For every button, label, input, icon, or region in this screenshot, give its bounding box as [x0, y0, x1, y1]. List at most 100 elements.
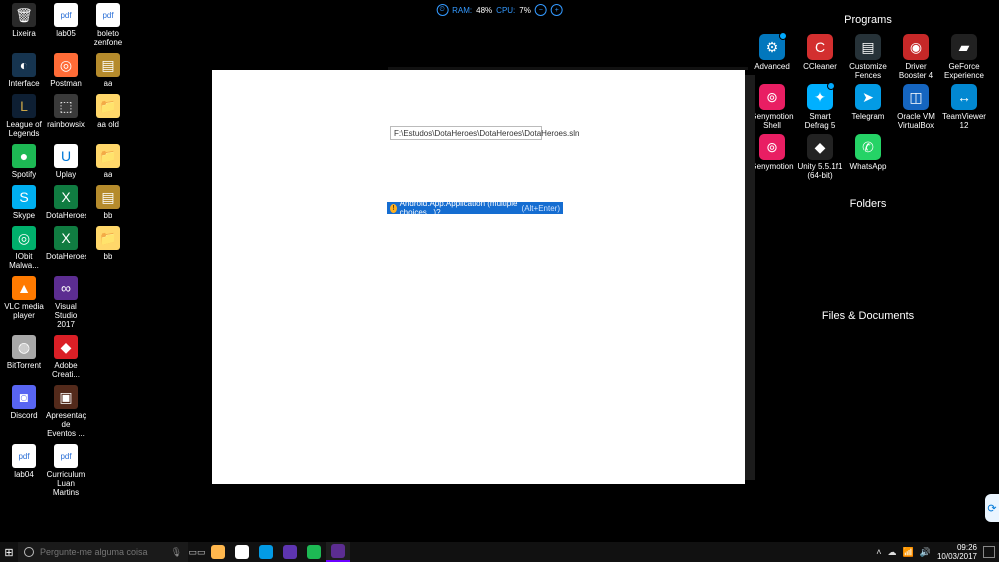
desktop-icon[interactable]: UUplay: [46, 144, 86, 179]
desktop-icon-label: bb: [104, 211, 113, 220]
desktop-icon[interactable]: ▤aa: [88, 53, 128, 88]
program-icon[interactable]: CCCleaner: [797, 34, 843, 80]
desktop-icon-glyph: ▤: [96, 185, 120, 209]
program-icon-label: Driver Booster 4: [893, 62, 939, 80]
intellisense-hint[interactable]: ! Android.App.Application (multiple choi…: [387, 202, 563, 214]
desktop-icon-label: IObit Malwa...: [4, 252, 44, 270]
desktop-icon[interactable]: ◎IObit Malwa...: [4, 226, 44, 270]
desktop-icon[interactable]: pdflab05: [46, 3, 86, 47]
task-view-button[interactable]: ▭▭: [188, 542, 206, 562]
desktop-icon-label: aa: [104, 170, 113, 179]
program-icon-glyph: ↔: [951, 84, 977, 110]
taskbar-app-visual-studio[interactable]: [326, 542, 350, 562]
cpu-label: CPU:: [496, 6, 515, 15]
sysmon-plus-icon[interactable]: +: [551, 4, 563, 16]
desktop-icon-glyph: ●: [12, 144, 36, 168]
desktop-icon-glyph: ◎: [54, 53, 78, 77]
taskbar-app-telegram[interactable]: [254, 542, 278, 562]
desktop-icon[interactable]: LLeague of Legends: [4, 94, 44, 138]
desktop-icon-glyph: L: [12, 94, 36, 118]
program-icon[interactable]: ⊚Genymotion Shell: [749, 84, 795, 130]
desktop-icon[interactable]: ⬚rainbowsix: [46, 94, 86, 138]
cortana-search[interactable]: 🎙: [18, 542, 188, 562]
taskbar-app-file-explorer[interactable]: [206, 542, 230, 562]
program-icon[interactable]: ⚙ Advanced: [749, 34, 795, 80]
desktop-icon[interactable]: SSkype: [4, 185, 44, 220]
program-icon-label: Unity 5.5.1f1 (64-bit): [797, 162, 843, 180]
desktop-icon-label: DotaHeroes: [46, 211, 86, 220]
desktop-icon-label: Discord: [10, 411, 37, 420]
action-center-icon[interactable]: [983, 546, 995, 558]
taskbar-app-icon: [331, 544, 345, 558]
taskbar-app-icon: [283, 545, 297, 559]
tray-overflow-icon[interactable]: ˄: [876, 547, 881, 557]
program-icon-label: Genymotion Shell: [749, 112, 795, 130]
fence-files: Files & Documents: [745, 310, 991, 330]
desktop-icon[interactable]: pdfboleto zenfone: [88, 3, 128, 47]
desktop-icon[interactable]: 📁bb: [88, 226, 128, 270]
program-icon[interactable]: ▰GeForce Experience: [941, 34, 987, 80]
desktop-icon[interactable]: ▤ bb: [88, 185, 128, 220]
program-icon[interactable]: ▤Customize Fences: [845, 34, 891, 80]
network-icon[interactable]: 📶: [903, 547, 914, 558]
desktop-icon[interactable]: X DotaHeroes: [46, 226, 86, 270]
onedrive-icon[interactable]: ☁: [888, 547, 897, 558]
desktop-icon-label: Uplay: [56, 170, 76, 179]
desktop-icon[interactable]: 📁aa: [88, 144, 128, 179]
search-input[interactable]: [40, 547, 165, 557]
desktop-icon[interactable]: ◍BitTorrent: [4, 335, 44, 379]
start-button[interactable]: ⊞: [0, 542, 18, 562]
program-icon-label: Telegram: [852, 112, 885, 121]
desktop-icon[interactable]: ●Spotify: [4, 144, 44, 179]
taskbar-app-chrome[interactable]: [230, 542, 254, 562]
desktop-icon-glyph: ◐: [12, 53, 36, 77]
program-icon[interactable]: ◉Driver Booster 4: [893, 34, 939, 80]
program-icon-glyph: ➤: [855, 84, 881, 110]
teamviewer-side-tab[interactable]: ⟳: [985, 494, 999, 522]
desktop-icon-glyph: ◙: [12, 385, 36, 409]
visual-studio-window[interactable]: F:\Estudos\DotaHeroes\DotaHeroes\DotaHer…: [212, 70, 745, 484]
taskbar-app-icon: [235, 545, 249, 559]
mic-icon[interactable]: 🎙: [171, 547, 182, 558]
desktop-icon-glyph: ⬚: [54, 94, 78, 118]
program-icon[interactable]: ◫Oracle VM VirtualBox: [893, 84, 939, 130]
desktop-icon[interactable]: ◆Adobe Creati...: [46, 335, 86, 379]
clock[interactable]: 09:26 10/03/2017: [937, 543, 977, 561]
desktop-icon-glyph: ▲: [12, 276, 36, 300]
volume-icon[interactable]: 🔊: [920, 547, 931, 558]
program-icon-label: Customize Fences: [845, 62, 891, 80]
desktop-icon[interactable]: XDotaHeroes: [46, 185, 86, 220]
desktop-icon-glyph: ▣: [54, 385, 78, 409]
program-icon[interactable]: ✦ Smart Defrag 5: [797, 84, 843, 130]
desktop-icon[interactable]: pdfCurriculum Luan Martins: [46, 444, 86, 497]
program-icon-glyph: ⚙: [759, 34, 785, 60]
program-icon[interactable]: ✆WhatsApp: [845, 134, 891, 180]
update-dot-icon: [827, 82, 835, 90]
desktop-icon[interactable]: ◙ Discord: [4, 385, 44, 438]
desktop-icon-label: lab04: [14, 470, 34, 479]
desktop-icon-glyph: X: [54, 226, 78, 250]
program-icon-label: Advanced: [754, 62, 790, 71]
desktop-icon[interactable]: ◐Interface: [4, 53, 44, 88]
solution-path-box: F:\Estudos\DotaHeroes\DotaHeroes\DotaHer…: [390, 126, 542, 140]
program-icon-label: Smart Defrag 5: [797, 112, 843, 130]
desktop-icon[interactable]: ▣Apresentação de Eventos ...: [46, 385, 86, 438]
taskbar-app-spotify[interactable]: [302, 542, 326, 562]
desktop-icon[interactable]: 🗑Lixeira: [4, 3, 44, 47]
desktop-icon-glyph: 📁: [96, 94, 120, 118]
program-icon[interactable]: ➤ Telegram: [845, 84, 891, 130]
desktop-icon[interactable]: 📁aa old: [88, 94, 128, 138]
taskbar-app-genymotion[interactable]: [278, 542, 302, 562]
desktop-icon[interactable]: ▲VLC media player: [4, 276, 44, 329]
fence-files-title: Files & Documents: [745, 310, 991, 322]
sysmon-minus-icon[interactable]: −: [535, 4, 547, 16]
desktop-icon[interactable]: pdflab04: [4, 444, 44, 497]
program-icon[interactable]: ↔TeamViewer 12: [941, 84, 987, 130]
desktop-icon-label: DotaHeroes: [46, 252, 86, 261]
desktop-icon[interactable]: ∞Visual Studio 2017: [46, 276, 86, 329]
program-icon[interactable]: ◆Unity 5.5.1f1 (64-bit): [797, 134, 843, 180]
program-icon-glyph: ✦: [807, 84, 833, 110]
program-icon[interactable]: ⊚Genymotion: [749, 134, 795, 180]
desktop-icon[interactable]: ◎Postman: [46, 53, 86, 88]
desktop-icon-glyph: ◆: [54, 335, 78, 359]
